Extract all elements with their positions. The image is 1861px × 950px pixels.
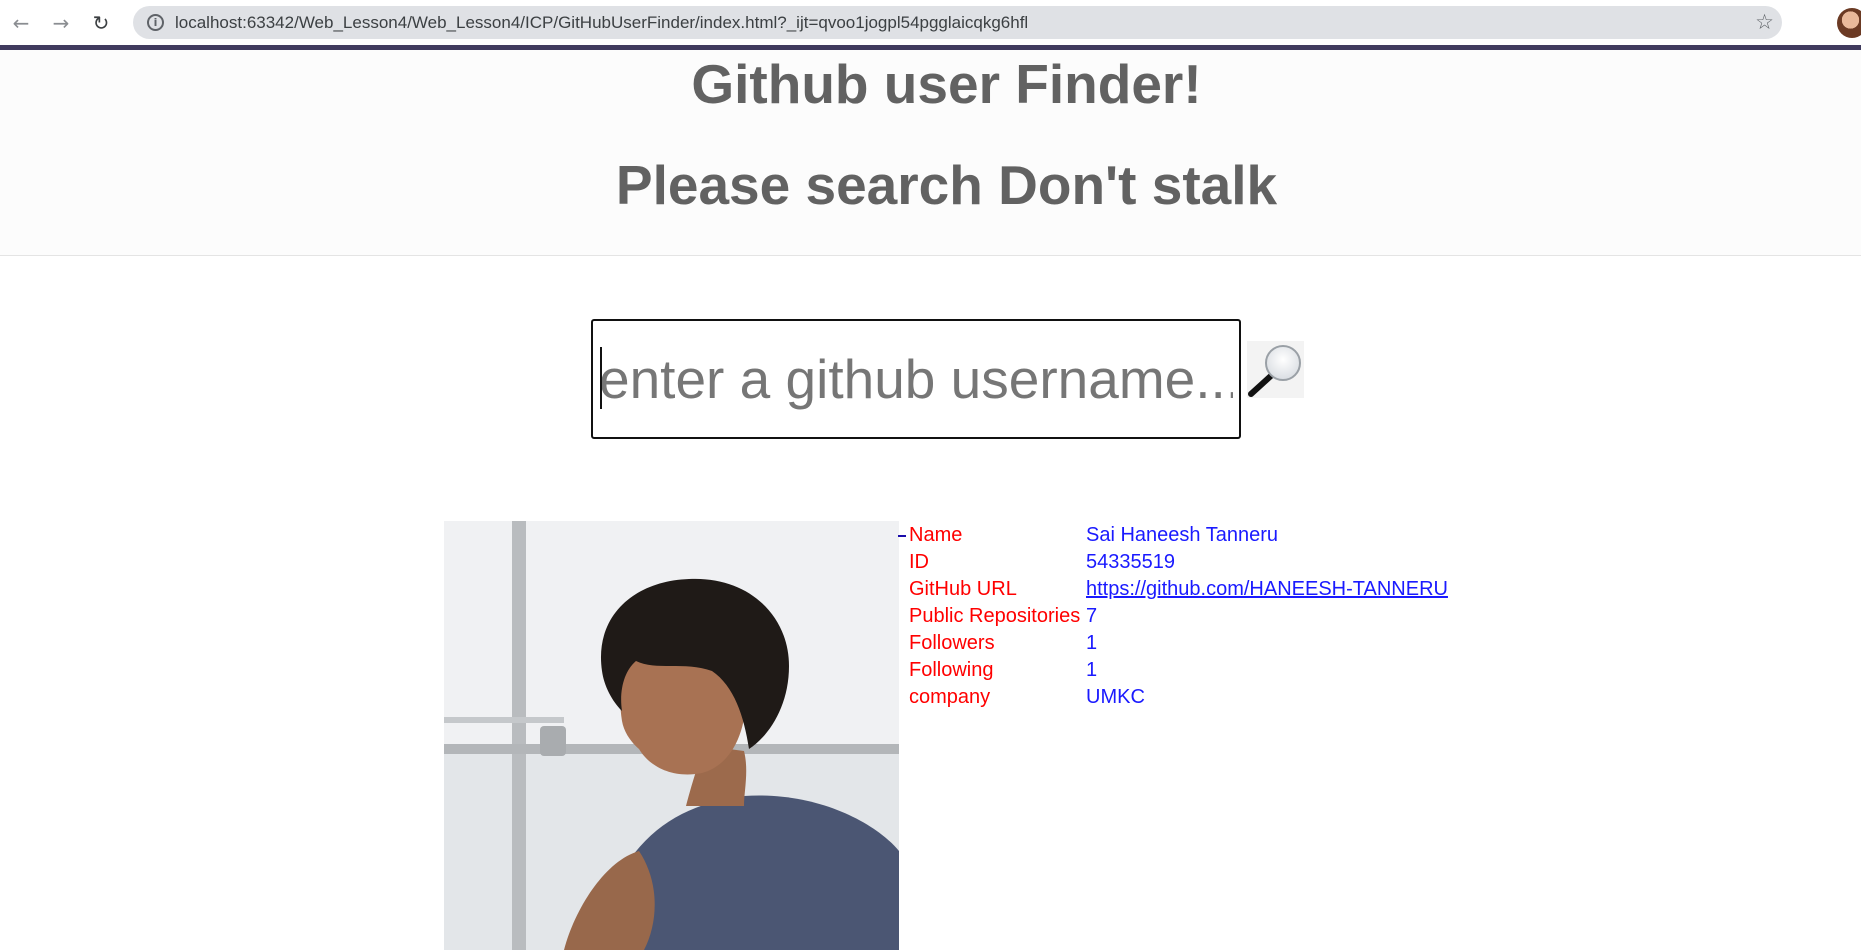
- page-subtitle: Please search Don't stalk: [615, 154, 1278, 216]
- field-label: Following: [909, 659, 994, 681]
- username-search-input[interactable]: [591, 319, 1241, 439]
- field-value: Sai Haneesh Tanneru: [1086, 524, 1278, 546]
- url-text[interactable]: localhost:63342/Web_Lesson4/Web_Lesson4/…: [175, 13, 1028, 33]
- field-value: 7: [1086, 605, 1098, 627]
- profile-avatar[interactable]: [1837, 8, 1861, 38]
- github-profile-link[interactable]: https://github.com/HANEESH-TANNERU: [1086, 578, 1448, 600]
- star-icon[interactable]: ☆: [1755, 10, 1774, 34]
- field-label: ID: [909, 551, 929, 573]
- field-value: https://github.com/HANEESH-TANNERU: [1086, 576, 1448, 603]
- field-value: 1: [1086, 659, 1098, 681]
- table-row: Public Repositories 7: [909, 603, 1448, 630]
- table-row: GitHub URL https://github.com/HANEESH-TA…: [909, 576, 1448, 603]
- field-label: company: [909, 686, 991, 708]
- back-arrow-icon[interactable]: ←: [6, 8, 36, 38]
- user-avatar-photo: [444, 521, 899, 950]
- user-details-table: Name Sai Haneesh Tanneru ID 54335519 Git…: [909, 522, 1448, 711]
- field-value: 1: [1086, 632, 1098, 654]
- info-icon[interactable]: i: [147, 14, 164, 31]
- page-title: Github user Finder!: [691, 53, 1202, 115]
- search-button[interactable]: [1247, 341, 1304, 398]
- table-row: ID 54335519: [909, 549, 1448, 576]
- table-row: Name Sai Haneesh Tanneru: [909, 522, 1448, 549]
- field-label: Followers: [909, 632, 995, 654]
- reload-icon[interactable]: ↻: [86, 8, 116, 38]
- field-value: 54335519: [1086, 551, 1175, 573]
- field-value: UMKC: [1086, 686, 1145, 708]
- text-caret: [600, 347, 602, 409]
- browser-toolbar: ← → ↻ i localhost:63342/Web_Lesson4/Web_…: [0, 0, 1861, 45]
- field-label: Public Repositories: [909, 605, 1081, 627]
- field-label: GitHub URL: [909, 578, 1017, 600]
- page-header: Github user Finder! Please search Don't …: [0, 50, 1861, 256]
- address-bar[interactable]: i localhost:63342/Web_Lesson4/Web_Lesson…: [133, 6, 1782, 39]
- field-label: Name: [909, 524, 963, 546]
- magnifying-glass-icon: [1248, 345, 1301, 397]
- table-row: Following 1: [909, 657, 1448, 684]
- forward-arrow-icon[interactable]: →: [46, 8, 76, 38]
- link-fragment: [898, 535, 906, 537]
- table-row: Followers 1: [909, 630, 1448, 657]
- table-row: company UMKC: [909, 684, 1448, 711]
